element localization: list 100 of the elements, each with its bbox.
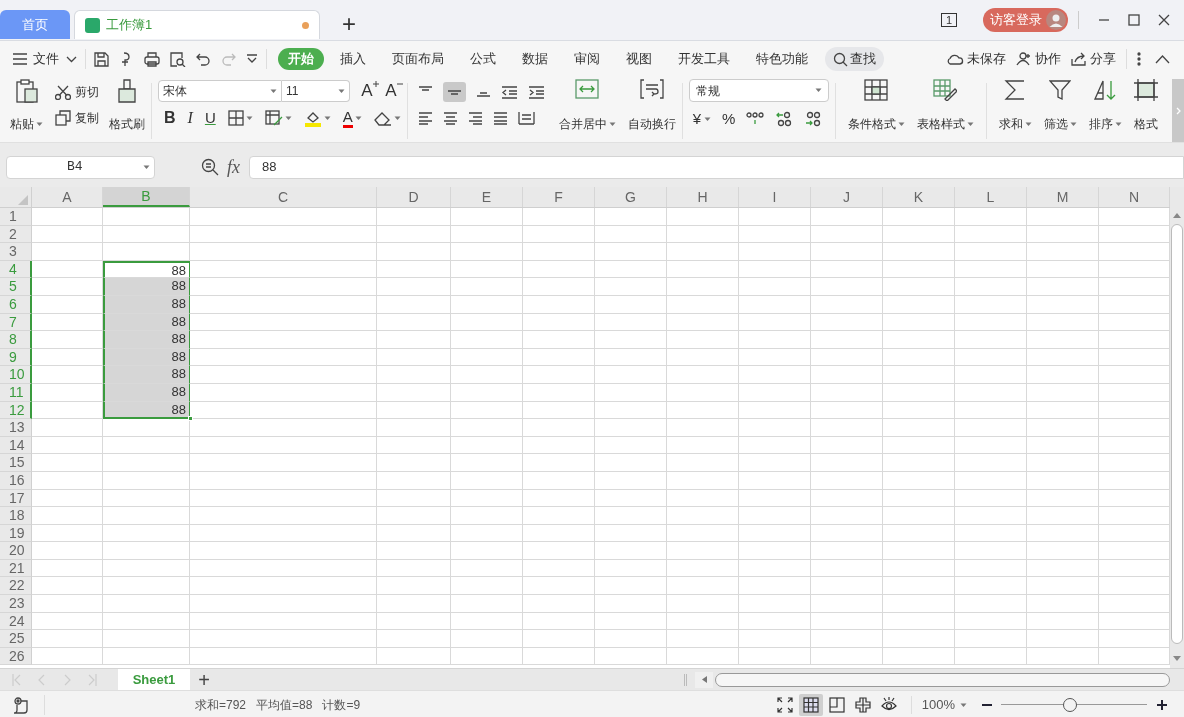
table-cell[interactable] (32, 595, 103, 613)
table-cell[interactable] (1099, 208, 1170, 226)
table-cell[interactable] (955, 419, 1027, 437)
table-cell[interactable] (739, 630, 811, 648)
table-cell[interactable] (883, 595, 955, 613)
search-button[interactable]: 查找 (825, 47, 884, 71)
table-cell[interactable] (1027, 595, 1099, 613)
column-header[interactable]: H (667, 187, 739, 207)
table-cell[interactable] (667, 366, 739, 384)
table-cell[interactable] (739, 208, 811, 226)
table-cell[interactable] (955, 577, 1027, 596)
table-cell[interactable] (523, 243, 595, 261)
table-cell[interactable] (739, 542, 811, 560)
table-cell[interactable] (811, 630, 883, 648)
redo-icon[interactable] (221, 52, 236, 66)
table-cell[interactable] (667, 595, 739, 613)
copy-button[interactable]: 复制 (55, 107, 99, 129)
table-cell[interactable] (103, 243, 190, 261)
file-menu[interactable]: 文件 (12, 49, 77, 69)
table-cell[interactable] (1099, 243, 1170, 261)
sheet-tab[interactable]: Sheet1 (118, 668, 190, 691)
table-cell[interactable] (667, 208, 739, 226)
table-cell[interactable] (377, 419, 451, 437)
scroll-up-icon[interactable] (1173, 213, 1181, 218)
table-cell[interactable] (190, 419, 377, 437)
horizontal-scroll-thumb[interactable] (715, 672, 1170, 687)
row-header[interactable]: 20 (0, 542, 32, 560)
table-cell[interactable] (523, 278, 595, 296)
table-cell[interactable] (955, 542, 1027, 560)
table-cell[interactable] (190, 366, 377, 384)
column-header[interactable]: C (190, 187, 377, 207)
table-cell[interactable] (883, 331, 955, 349)
column-header[interactable]: E (451, 187, 523, 207)
table-cell[interactable] (1027, 278, 1099, 296)
table-cell[interactable] (377, 630, 451, 648)
distribute-icon[interactable] (517, 111, 535, 125)
table-cell[interactable] (883, 630, 955, 648)
new-tab-button[interactable]: + (334, 10, 364, 38)
table-cell[interactable] (1027, 507, 1099, 525)
table-cell[interactable] (377, 595, 451, 613)
save-icon[interactable] (94, 51, 109, 67)
normal-view-icon[interactable] (798, 694, 823, 716)
toolbar-action-button[interactable]: 协作 (1016, 49, 1061, 69)
vertical-scroll-thumb[interactable] (1171, 224, 1183, 644)
table-cell[interactable] (739, 577, 811, 596)
table-cell[interactable] (451, 366, 523, 384)
table-cell[interactable] (955, 366, 1027, 384)
table-cell[interactable] (667, 507, 739, 525)
table-cell[interactable] (190, 595, 377, 613)
font-color-button[interactable]: A (342, 108, 362, 128)
table-cell[interactable]: 88 (103, 278, 190, 296)
last-sheet-icon[interactable] (87, 673, 97, 686)
next-sheet-icon[interactable] (62, 673, 72, 686)
table-cell[interactable] (955, 454, 1027, 472)
table-cell[interactable] (1099, 419, 1170, 437)
row-header[interactable]: 18 (0, 507, 32, 525)
table-cell[interactable] (1099, 507, 1170, 525)
table-cell[interactable] (1099, 278, 1170, 296)
align-right-icon[interactable] (467, 111, 483, 125)
table-cell[interactable] (667, 454, 739, 472)
collapse-icon[interactable] (1155, 54, 1170, 64)
table-cell[interactable] (190, 278, 377, 296)
table-cell[interactable] (103, 577, 190, 596)
column-header[interactable]: L (955, 187, 1027, 207)
table-cell[interactable] (32, 366, 103, 384)
table-cell[interactable] (1099, 331, 1170, 349)
table-cell[interactable] (667, 577, 739, 596)
ribbon-tab[interactable]: 页面布局 (382, 48, 454, 70)
table-cell[interactable] (955, 630, 1027, 648)
name-box[interactable]: B4 (6, 155, 155, 179)
outdent-icon[interactable] (500, 85, 518, 99)
thousands-separator-icon[interactable] (746, 111, 765, 127)
table-cell[interactable] (451, 278, 523, 296)
table-cell[interactable] (955, 507, 1027, 525)
table-cell[interactable] (1027, 630, 1099, 648)
table-cell[interactable] (739, 331, 811, 349)
ribbon-tab[interactable]: 开发工具 (668, 48, 740, 70)
ribbon-tab[interactable]: 特色功能 (746, 48, 818, 70)
table-cell[interactable] (103, 542, 190, 560)
more-icon[interactable] (1137, 52, 1141, 66)
table-cell[interactable] (523, 419, 595, 437)
row-header[interactable]: 1 (0, 208, 32, 226)
table-cell[interactable] (667, 419, 739, 437)
table-cell[interactable] (739, 454, 811, 472)
table-cell[interactable] (377, 366, 451, 384)
table-cell[interactable] (883, 577, 955, 596)
ribbon-button[interactable]: 格式 (1127, 79, 1164, 133)
table-cell[interactable] (811, 419, 883, 437)
table-cell[interactable] (811, 208, 883, 226)
table-cell[interactable] (811, 278, 883, 296)
table-cell[interactable] (883, 243, 955, 261)
fill-handle[interactable] (188, 416, 193, 422)
table-cell[interactable] (377, 243, 451, 261)
table-cell[interactable] (739, 366, 811, 384)
column-header[interactable]: M (1027, 187, 1099, 207)
column-header[interactable]: I (739, 187, 811, 207)
table-cell[interactable]: 88 (103, 366, 190, 384)
table-cell[interactable] (1099, 542, 1170, 560)
function-label[interactable]: fx (227, 153, 240, 181)
table-cell[interactable] (190, 542, 377, 560)
